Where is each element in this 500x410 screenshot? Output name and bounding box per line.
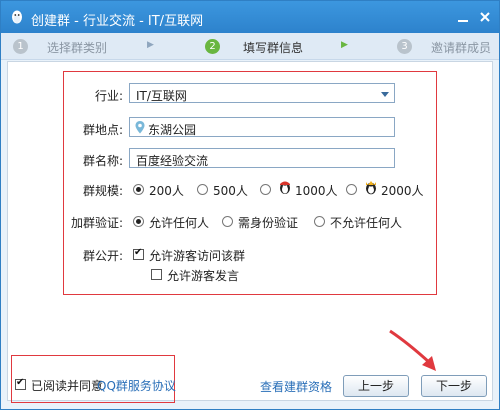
step-3-number: 3: [397, 39, 412, 54]
group-name-value: 百度经验交流: [136, 154, 209, 168]
size-1000-label: 1000人: [295, 184, 338, 198]
industry-label: 行业:: [94, 89, 123, 103]
service-agreement-link[interactable]: QQ群服务协议: [97, 377, 176, 394]
title-bar[interactable]: 创建群 - 行业交流 - IT/互联网: [1, 1, 499, 33]
next-step-button[interactable]: 下一步: [421, 375, 487, 397]
map-pin-icon: [135, 121, 145, 134]
step-3-label: 邀请群成员: [431, 41, 492, 55]
location-value: 东湖公园: [148, 123, 197, 137]
step-1-label: 选择群类别: [47, 41, 108, 55]
verify-none-label: 不允许任何人: [330, 216, 403, 230]
window-title: 创建群 - 行业交流 - IT/互联网: [31, 14, 204, 29]
verify-identity-radio[interactable]: [222, 216, 233, 227]
view-qualification-link[interactable]: 查看建群资格: [260, 378, 332, 395]
allow-guest-visit-label: 允许游客访问该群: [149, 249, 246, 263]
agree-text: 已阅读并同意: [31, 379, 104, 393]
qq-penguin-icon: [12, 10, 22, 24]
verify-none-radio[interactable]: [314, 216, 325, 227]
verify-anyone-label: 允许任何人: [149, 216, 210, 230]
allow-guest-visit-checkbox[interactable]: [133, 247, 144, 260]
step-arrow-icon: ▶: [341, 40, 348, 50]
allow-guest-speak-label: 允许游客发言: [167, 269, 240, 283]
group-name-field[interactable]: 百度经验交流: [129, 148, 395, 168]
close-icon: [480, 12, 490, 22]
allow-guest-speak-checkbox[interactable]: [151, 269, 162, 280]
chevron-down-icon: [381, 92, 389, 97]
step-1-number: 1: [13, 39, 28, 54]
location-field[interactable]: 东湖公园: [129, 117, 395, 137]
step-2-number: 2: [205, 39, 220, 54]
agree-checkbox[interactable]: [15, 377, 26, 390]
size-200-radio[interactable]: [133, 184, 144, 195]
create-group-window: 创建群 - 行业交流 - IT/互联网 1 选择群类别 ▶ 2 填写群信息 ▶ …: [0, 0, 500, 410]
close-button[interactable]: [477, 9, 493, 25]
public-label: 群公开:: [82, 249, 123, 263]
industry-value: IT/互联网: [136, 89, 187, 103]
annotation-arrow-icon: [389, 329, 436, 371]
minimize-button[interactable]: [455, 9, 471, 25]
step-indicator: 1 选择群类别 ▶ 2 填写群信息 ▶ 3 邀请群成员: [1, 33, 499, 60]
red-penguin-icon: [280, 181, 290, 194]
size-label: 群规模:: [82, 184, 123, 198]
size-500-label: 500人: [213, 184, 248, 198]
location-label: 群地点:: [82, 123, 123, 137]
size-200-label: 200人: [149, 184, 184, 198]
verify-identity-label: 需身份验证: [238, 216, 299, 230]
step-2-label: 填写群信息: [243, 41, 304, 55]
crown-penguin-icon: [366, 181, 376, 195]
verify-anyone-radio[interactable]: [133, 216, 144, 227]
size-2000-label: 2000人: [381, 184, 424, 198]
minimize-icon: [458, 20, 468, 22]
name-label: 群名称:: [82, 154, 123, 168]
verify-label: 加群验证:: [70, 216, 123, 230]
size-500-radio[interactable]: [197, 184, 208, 195]
step-arrow-icon: ▶: [147, 40, 154, 50]
prev-step-button[interactable]: 上一步: [343, 375, 409, 397]
size-2000-radio[interactable]: [346, 184, 357, 195]
size-1000-radio[interactable]: [260, 184, 271, 195]
industry-select[interactable]: IT/互联网: [129, 83, 395, 103]
